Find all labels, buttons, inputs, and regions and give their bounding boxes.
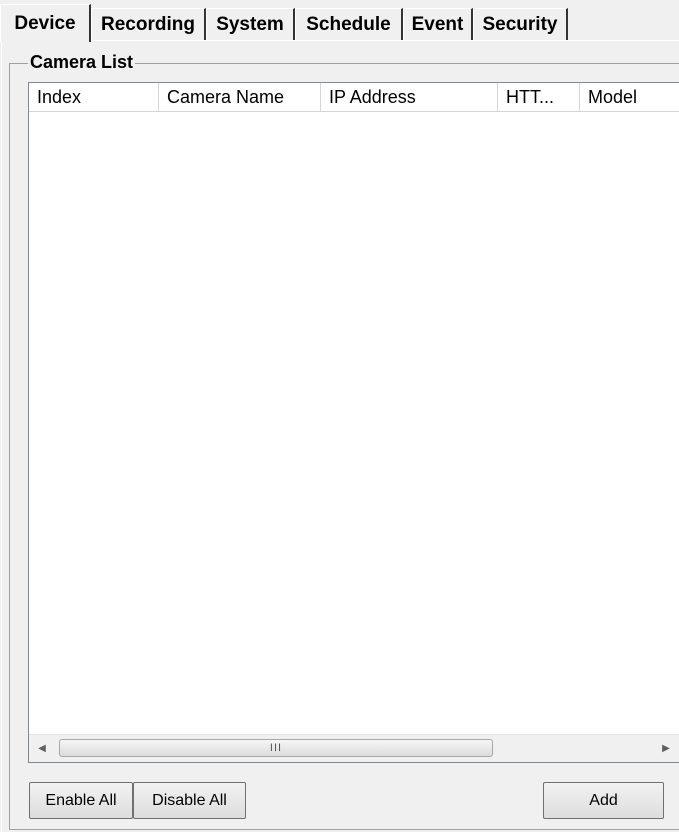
scroll-left-icon[interactable]: ◀ xyxy=(29,735,55,762)
column-header-camera-name[interactable]: Camera Name xyxy=(159,83,321,111)
tab-system[interactable]: System xyxy=(206,8,295,40)
camera-list-title: Camera List xyxy=(28,52,136,73)
tab-security[interactable]: Security xyxy=(473,8,568,40)
camera-list-table[interactable]: Index Camera Name IP Address HTT... Mode… xyxy=(28,82,679,763)
scroll-right-icon[interactable]: ▶ xyxy=(653,735,679,762)
add-button[interactable]: Add xyxy=(543,782,664,819)
column-header-index[interactable]: Index xyxy=(29,83,159,111)
horizontal-scrollbar[interactable]: ◀ III ▶ xyxy=(29,734,679,762)
column-header-model[interactable]: Model xyxy=(580,83,679,111)
tab-device[interactable]: Device xyxy=(0,4,91,42)
disable-all-button[interactable]: Disable All xyxy=(133,782,246,819)
enable-all-button[interactable]: Enable All xyxy=(29,782,133,819)
tab-strip: Device Recording System Schedule Event S… xyxy=(0,0,679,42)
scrollbar-grip-icon: III xyxy=(269,742,283,754)
column-header-ip-address[interactable]: IP Address xyxy=(321,83,498,111)
scrollbar-thumb[interactable]: III xyxy=(59,739,493,757)
table-body[interactable] xyxy=(29,112,679,734)
column-header-http[interactable]: HTT... xyxy=(498,83,580,111)
table-header: Index Camera Name IP Address HTT... Mode… xyxy=(29,83,679,112)
tab-event[interactable]: Event xyxy=(403,8,473,40)
tab-recording[interactable]: Recording xyxy=(91,8,206,40)
tab-schedule[interactable]: Schedule xyxy=(295,8,403,40)
